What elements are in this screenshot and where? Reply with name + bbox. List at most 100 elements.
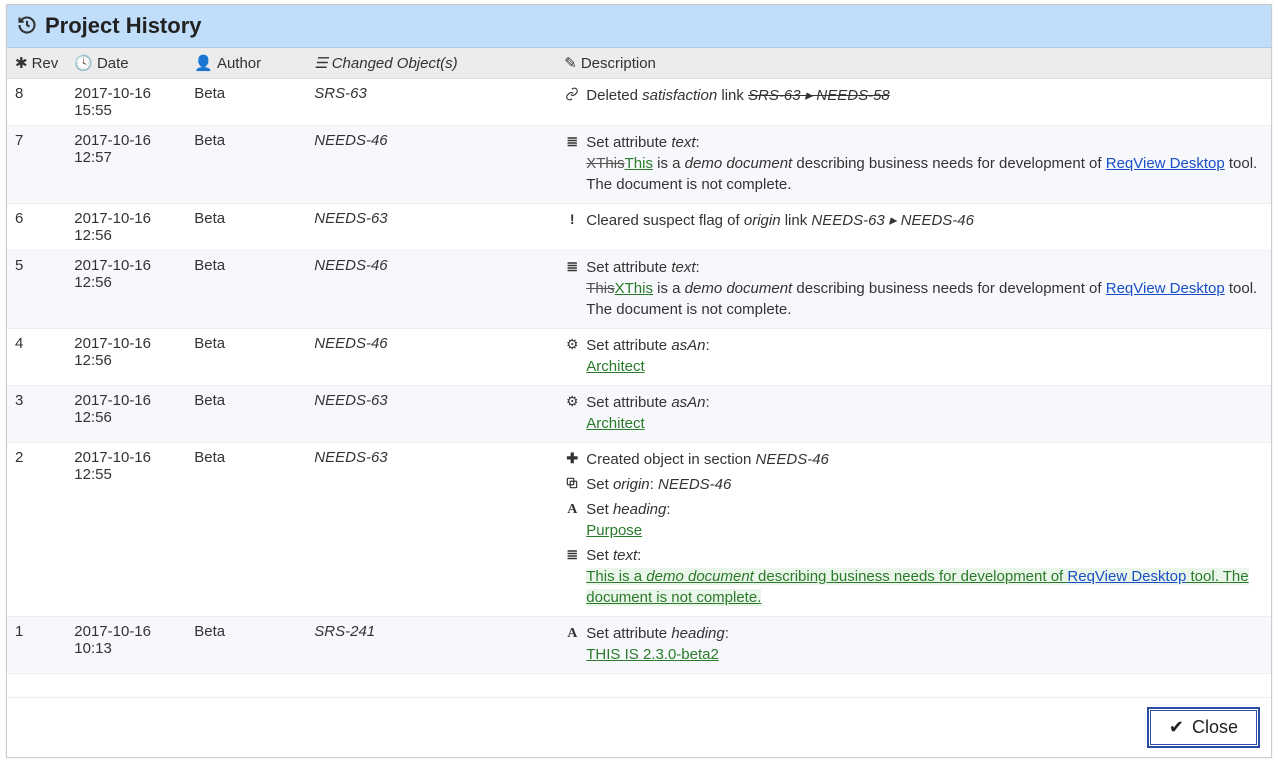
cell-description: ! Cleared suspect flag of origin link NEE… bbox=[556, 204, 1271, 251]
desc-item: ⚙Set attribute asAn:Architect bbox=[564, 335, 1263, 377]
close-button-label: Close bbox=[1192, 717, 1238, 738]
cell-author: Beta bbox=[186, 204, 306, 251]
cell-date: 2017-10-1612:57 bbox=[66, 126, 186, 204]
cell-rev: 5 bbox=[7, 251, 66, 329]
history-table: ✱ Rev 🕓 Date 👤 Author ☰ Changed Object(s… bbox=[7, 48, 1271, 674]
cell-object: NEEDS-63 bbox=[306, 443, 556, 617]
copy-icon bbox=[564, 474, 580, 495]
col-header-author[interactable]: 👤 Author bbox=[186, 48, 306, 79]
link-icon bbox=[564, 85, 580, 106]
table-row[interactable]: 52017-10-1612:56BetaNEEDS-46≣Set attribu… bbox=[7, 251, 1271, 329]
close-button[interactable]: ✔ Close bbox=[1150, 710, 1257, 745]
gear-icon: ⚙ bbox=[564, 335, 580, 377]
desc-text: Set text:This is a demo document describ… bbox=[586, 545, 1263, 608]
cell-date: 2017-10-1610:13 bbox=[66, 617, 186, 674]
gear-icon: ⚙ bbox=[564, 392, 580, 434]
cell-description: Deleted satisfaction link SRS-63 ▸ NEEDS… bbox=[556, 79, 1271, 126]
cell-date: 2017-10-1615:55 bbox=[66, 79, 186, 126]
desc-item: ≣Set text:This is a demo document descri… bbox=[564, 545, 1263, 608]
desc-item: ≣Set attribute text:XThisThis is a demo … bbox=[564, 132, 1263, 195]
cell-description: ASet attribute heading:THIS IS 2.3.0-bet… bbox=[556, 617, 1271, 674]
desc-item: Deleted satisfaction link SRS-63 ▸ NEEDS… bbox=[564, 85, 1263, 106]
cell-date: 2017-10-1612:55 bbox=[66, 443, 186, 617]
cell-object: NEEDS-46 bbox=[306, 126, 556, 204]
cell-rev: 2 bbox=[7, 443, 66, 617]
desc-text: Set attribute text:XThisThis is a demo d… bbox=[586, 132, 1263, 195]
desc-item: ⚙Set attribute asAn:Architect bbox=[564, 392, 1263, 434]
bang-icon: ! bbox=[564, 210, 580, 231]
desc-item: ASet heading:Purpose bbox=[564, 499, 1263, 541]
list-icon: ☰ bbox=[314, 54, 327, 72]
dialog-footer: ✔ Close bbox=[7, 697, 1271, 757]
col-header-rev[interactable]: ✱ Rev bbox=[7, 48, 66, 79]
cell-rev: 4 bbox=[7, 329, 66, 386]
cell-author: Beta bbox=[186, 617, 306, 674]
cell-author: Beta bbox=[186, 386, 306, 443]
cell-rev: 3 bbox=[7, 386, 66, 443]
cell-description: ⚙Set attribute asAn:Architect bbox=[556, 386, 1271, 443]
lines-icon: ≣ bbox=[564, 257, 580, 320]
cell-rev: 8 bbox=[7, 79, 66, 126]
desc-item: Set origin: NEEDS-46 bbox=[564, 474, 1263, 495]
lines-icon: ≣ bbox=[564, 545, 580, 608]
cell-author: Beta bbox=[186, 251, 306, 329]
col-header-description[interactable]: ✎ Description bbox=[556, 48, 1271, 79]
cell-date: 2017-10-1612:56 bbox=[66, 251, 186, 329]
A-icon: A bbox=[564, 499, 580, 541]
history-icon bbox=[17, 13, 37, 39]
lines-icon: ≣ bbox=[564, 132, 580, 195]
cell-rev: 1 bbox=[7, 617, 66, 674]
history-table-scroll[interactable]: ✱ Rev 🕓 Date 👤 Author ☰ Changed Object(s… bbox=[7, 48, 1271, 697]
desc-text: Deleted satisfaction link SRS-63 ▸ NEEDS… bbox=[586, 85, 1263, 106]
desc-item: ✚ Created object in section NEEDS-46 bbox=[564, 449, 1263, 470]
cell-object: SRS-241 bbox=[306, 617, 556, 674]
table-row[interactable]: 32017-10-1612:56BetaNEEDS-63⚙Set attribu… bbox=[7, 386, 1271, 443]
cell-object: NEEDS-63 bbox=[306, 204, 556, 251]
table-row[interactable]: 62017-10-1612:56BetaNEEDS-63! Cleared sus… bbox=[7, 204, 1271, 251]
cell-author: Beta bbox=[186, 329, 306, 386]
table-row[interactable]: 72017-10-1612:57BetaNEEDS-46≣Set attribu… bbox=[7, 126, 1271, 204]
table-row[interactable]: 22017-10-1612:55BetaNEEDS-63 ✚ Created obj… bbox=[7, 443, 1271, 617]
dialog-titlebar: Project History bbox=[7, 5, 1271, 48]
cell-description: ⚙Set attribute asAn:Architect bbox=[556, 329, 1271, 386]
desc-text: Created object in section NEEDS-46 bbox=[586, 449, 1263, 470]
cell-object: NEEDS-46 bbox=[306, 251, 556, 329]
cell-description: ≣Set attribute text:XThisThis is a demo … bbox=[556, 126, 1271, 204]
desc-text: Set attribute heading:THIS IS 2.3.0-beta… bbox=[586, 623, 1263, 665]
cell-author: Beta bbox=[186, 79, 306, 126]
desc-text: Set origin: NEEDS-46 bbox=[586, 474, 1263, 495]
cell-object: NEEDS-46 bbox=[306, 329, 556, 386]
cell-description: ✚ Created object in section NEEDS-46 Set o… bbox=[556, 443, 1271, 617]
cell-object: NEEDS-63 bbox=[306, 386, 556, 443]
cell-rev: 7 bbox=[7, 126, 66, 204]
desc-text: Set attribute asAn:Architect bbox=[586, 335, 1263, 377]
desc-item: ASet attribute heading:THIS IS 2.3.0-bet… bbox=[564, 623, 1263, 665]
table-row[interactable]: 12017-10-1610:13BetaSRS-241ASet attribut… bbox=[7, 617, 1271, 674]
cell-author: Beta bbox=[186, 126, 306, 204]
desc-text: Cleared suspect flag of origin link NEED… bbox=[586, 210, 1263, 231]
user-icon: 👤 bbox=[194, 54, 213, 72]
plus-icon: ✚ bbox=[564, 449, 580, 470]
desc-text: Set heading:Purpose bbox=[586, 499, 1263, 541]
check-icon: ✔ bbox=[1169, 717, 1184, 738]
col-header-changed[interactable]: ☰ Changed Object(s) bbox=[306, 48, 556, 79]
clock-icon: 🕓 bbox=[74, 54, 93, 72]
table-row[interactable]: 82017-10-1615:55BetaSRS-63 Deleted satisf… bbox=[7, 79, 1271, 126]
cell-author: Beta bbox=[186, 443, 306, 617]
edit-icon: ✎ bbox=[564, 54, 577, 72]
table-row[interactable]: 42017-10-1612:56BetaNEEDS-46⚙Set attribu… bbox=[7, 329, 1271, 386]
desc-item: ≣Set attribute text:ThisXThis is a demo … bbox=[564, 257, 1263, 320]
project-history-dialog: Project History ✱ Rev 🕓 Date 👤 Author ☰ … bbox=[6, 4, 1272, 758]
col-header-date[interactable]: 🕓 Date bbox=[66, 48, 186, 79]
dialog-title: Project History bbox=[45, 13, 202, 39]
cell-object: SRS-63 bbox=[306, 79, 556, 126]
desc-text: Set attribute text:ThisXThis is a demo d… bbox=[586, 257, 1263, 320]
desc-item: ! Cleared suspect flag of origin link NEE… bbox=[564, 210, 1263, 231]
cell-rev: 6 bbox=[7, 204, 66, 251]
asterisk-icon: ✱ bbox=[15, 54, 28, 72]
cell-date: 2017-10-1612:56 bbox=[66, 329, 186, 386]
desc-text: Set attribute asAn:Architect bbox=[586, 392, 1263, 434]
A-icon: A bbox=[564, 623, 580, 665]
cell-description: ≣Set attribute text:ThisXThis is a demo … bbox=[556, 251, 1271, 329]
cell-date: 2017-10-1612:56 bbox=[66, 204, 186, 251]
